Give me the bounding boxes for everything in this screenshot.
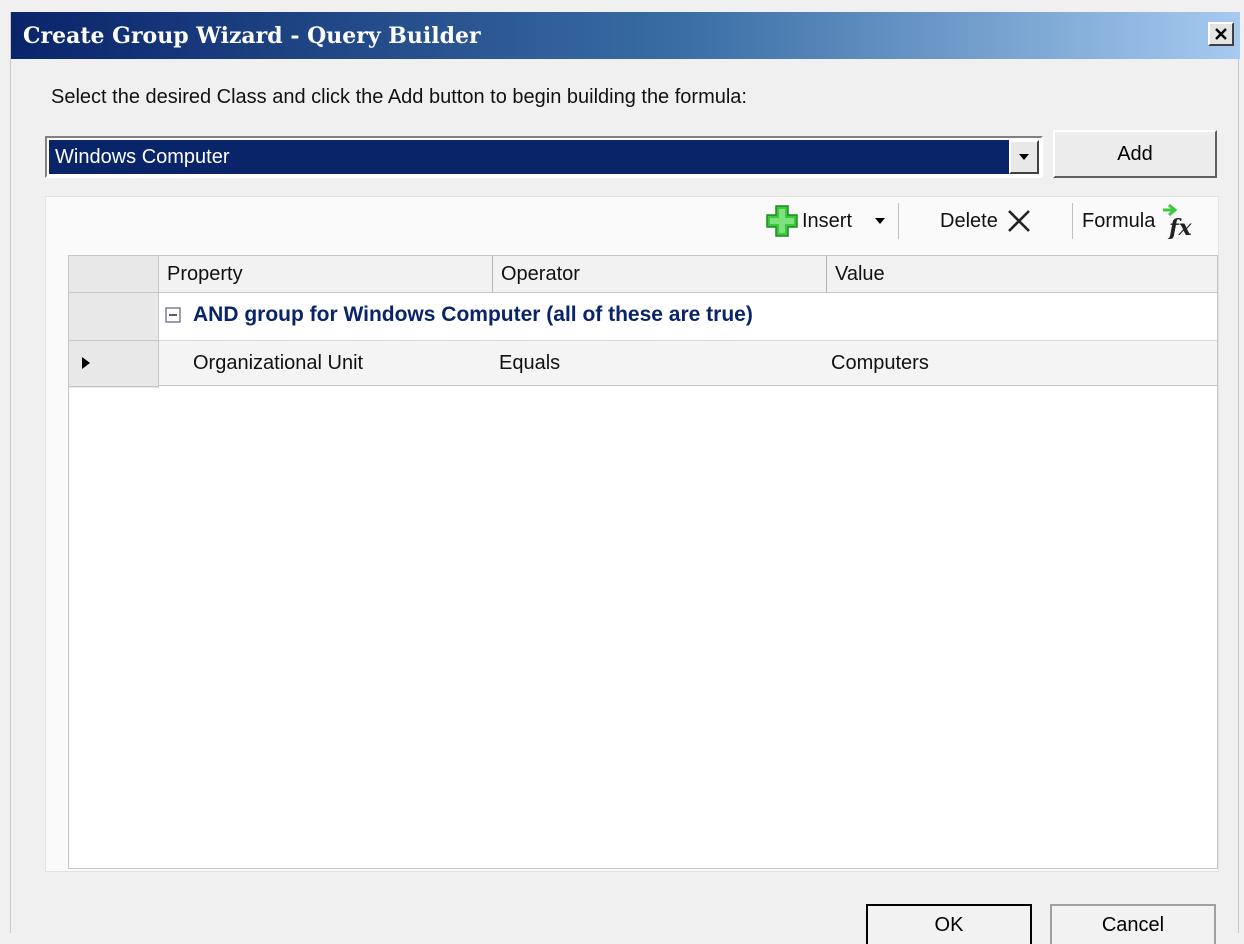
close-button[interactable] [1208, 22, 1234, 46]
insert-label: Insert [802, 209, 853, 232]
delete-button[interactable]: Delete [938, 199, 1058, 243]
minus-box-icon[interactable] [165, 307, 181, 323]
and-group-row[interactable]: AND group for Windows Computer (all of t… [159, 292, 1217, 338]
row-divider [69, 386, 159, 387]
triangle-right-icon [82, 357, 90, 369]
column-header-value[interactable]: Value [827, 256, 1217, 292]
insert-button[interactable]: Insert [764, 199, 934, 243]
close-icon [1215, 28, 1227, 40]
add-button[interactable]: Add [1053, 130, 1217, 178]
formula-panel: Insert Delete Formula fx Property Operat… [45, 196, 1219, 872]
group-label: AND group for Windows Computer (all of t… [193, 303, 753, 326]
svg-text:fx: fx [1167, 215, 1192, 239]
delete-label: Delete [940, 209, 998, 232]
query-builder-dialog: Create Group Wizard - Query Builder Sele… [10, 12, 1240, 933]
grid-header: Property Operator Value [69, 256, 1217, 293]
formula-button[interactable]: Formula fx [1082, 199, 1218, 243]
chevron-down-icon[interactable] [874, 217, 886, 225]
row-divider [69, 292, 159, 293]
row-header-column [69, 256, 159, 388]
window-title: Create Group Wizard - Query Builder [23, 23, 481, 49]
title-bar[interactable]: Create Group Wizard - Query Builder [11, 12, 1240, 59]
class-dropdown-value: Windows Computer [49, 140, 1009, 174]
criteria-grid[interactable]: Property Operator Value AND group for Wi… [68, 255, 1218, 869]
row-divider [69, 340, 159, 341]
toolbar-separator [898, 203, 899, 239]
chevron-down-icon [1019, 154, 1029, 160]
property-cell[interactable]: Organizational Unit [193, 341, 363, 385]
instruction-text: Select the desired Class and click the A… [51, 86, 747, 108]
toolbar-separator [1072, 203, 1073, 239]
formula-icon: fx [1163, 203, 1193, 239]
plus-icon [766, 205, 798, 237]
x-icon [1007, 210, 1030, 232]
formula-label: Formula [1082, 209, 1156, 232]
column-header-operator[interactable]: Operator [493, 256, 827, 292]
ok-button[interactable]: OK [866, 904, 1032, 944]
operator-cell[interactable]: Equals [499, 341, 560, 385]
value-cell[interactable]: Computers [831, 341, 929, 385]
column-header-property[interactable]: Property [159, 256, 493, 292]
table-row[interactable]: Organizational Unit Equals Computers [159, 340, 1217, 386]
dropdown-button[interactable] [1009, 140, 1039, 174]
class-dropdown[interactable]: Windows Computer [45, 136, 1043, 178]
cancel-button[interactable]: Cancel [1050, 904, 1216, 944]
